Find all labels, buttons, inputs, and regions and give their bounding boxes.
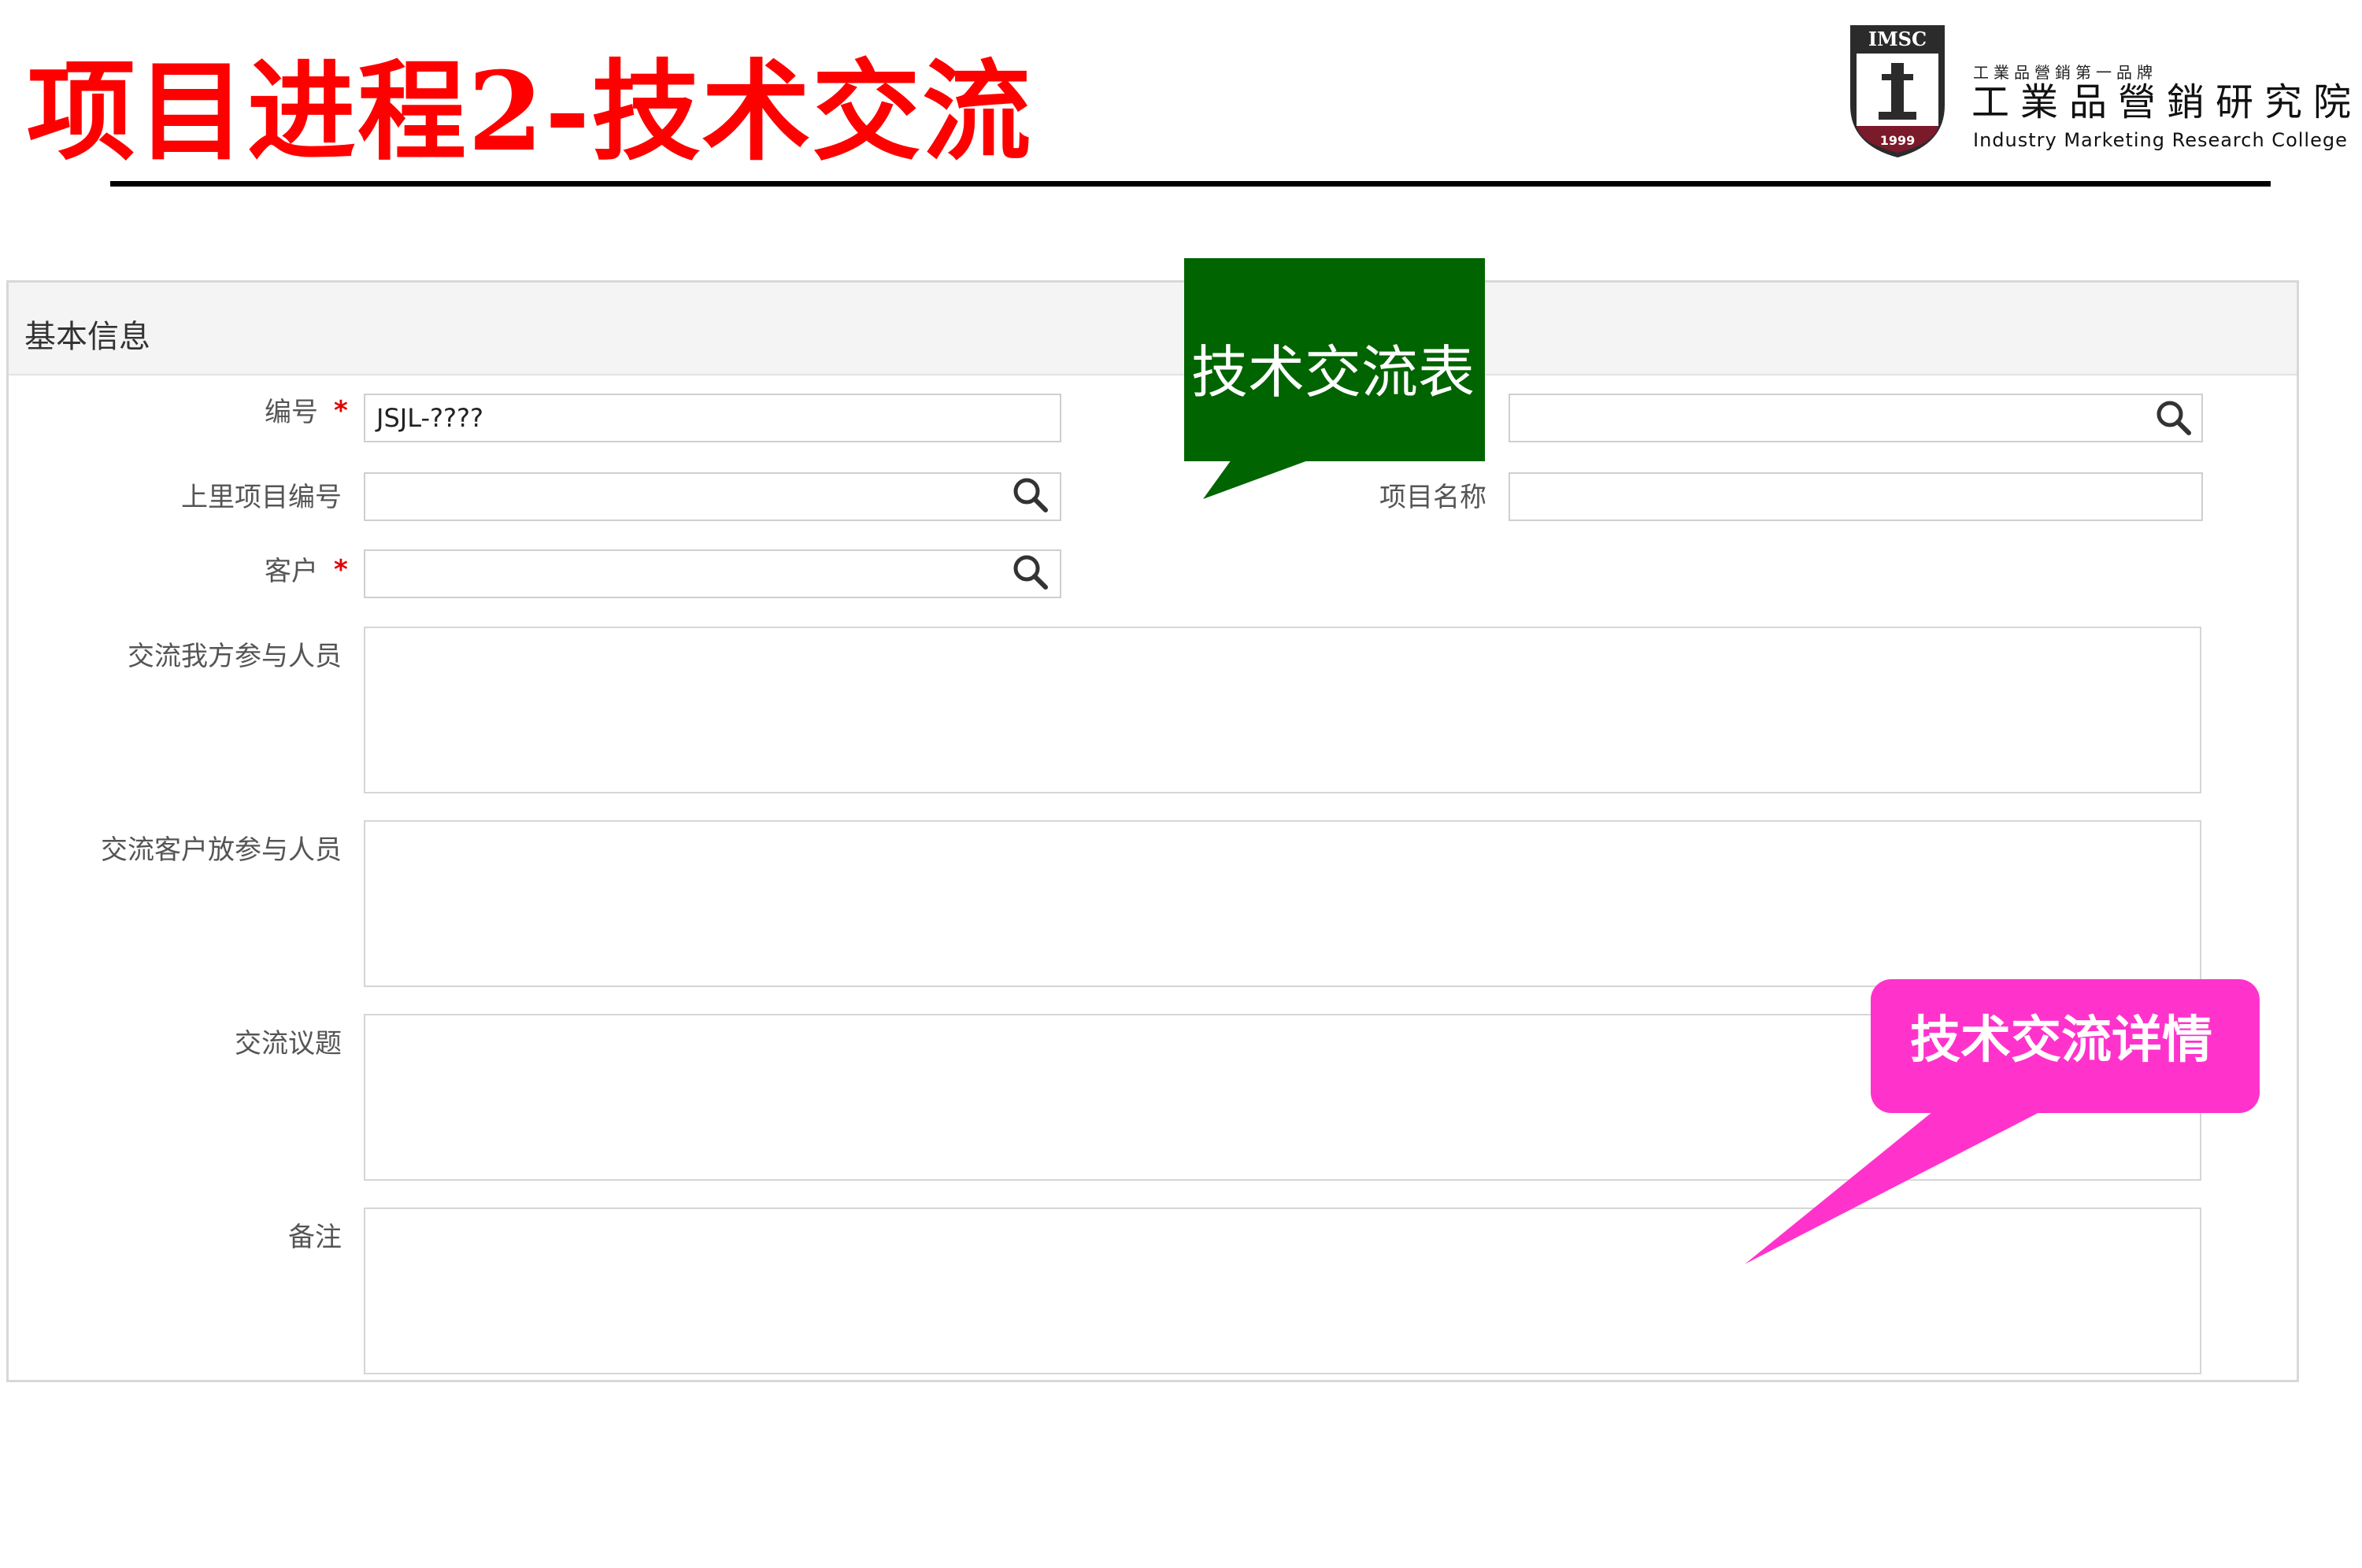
lookup-input-right[interactable] [1509,394,2203,442]
client-participants-textarea[interactable] [364,820,2201,987]
slide-title: 项目进程2-技术交流 [27,47,1033,176]
remarks-label: 备注 [288,1222,342,1253]
required-marker: * [334,395,348,427]
required-marker: * [334,554,348,586]
our-participants-textarea[interactable] [364,627,2201,793]
logo-year: 1999 [1880,133,1916,148]
title-divider [110,181,2271,187]
topics-label: 交流议题 [235,1028,342,1060]
callout-details-text: 技术交流详情 [1910,1011,2212,1070]
search-icon[interactable] [2154,398,2194,438]
customer-label: 客户 [265,556,318,587]
callout-form-name-text: 技术交流表 [1190,339,1475,405]
logo-name-cn: 工業品營銷研究院 [1971,80,2362,124]
shield-emblem-icon: IMSC 1999 [1850,25,1945,157]
section-title: 基本信息 [24,319,150,355]
search-icon[interactable] [1011,553,1050,592]
number-label: 编号 [265,397,318,428]
project-name-input[interactable] [1509,472,2203,521]
client-participants-label: 交流客户放参与人员 [101,834,342,866]
parent-project-label: 上里项目编号 [181,482,342,513]
panel-header: 基本信息 [9,283,2297,375]
imsc-logo: IMSC 1999 工業品營銷第一品牌 工業品營銷研究院 Industry Ma… [1842,19,2362,161]
our-participants-label: 交流我方参与人员 [128,641,342,672]
customer-input[interactable] [364,549,1061,598]
parent-project-input[interactable] [364,472,1061,521]
logo-name-en: Industry Marketing Research College [1973,129,2348,151]
logo-badge-text: IMSC [1868,28,1927,50]
number-input[interactable]: JSJL-???? [364,394,1061,442]
search-icon[interactable] [1011,475,1050,515]
